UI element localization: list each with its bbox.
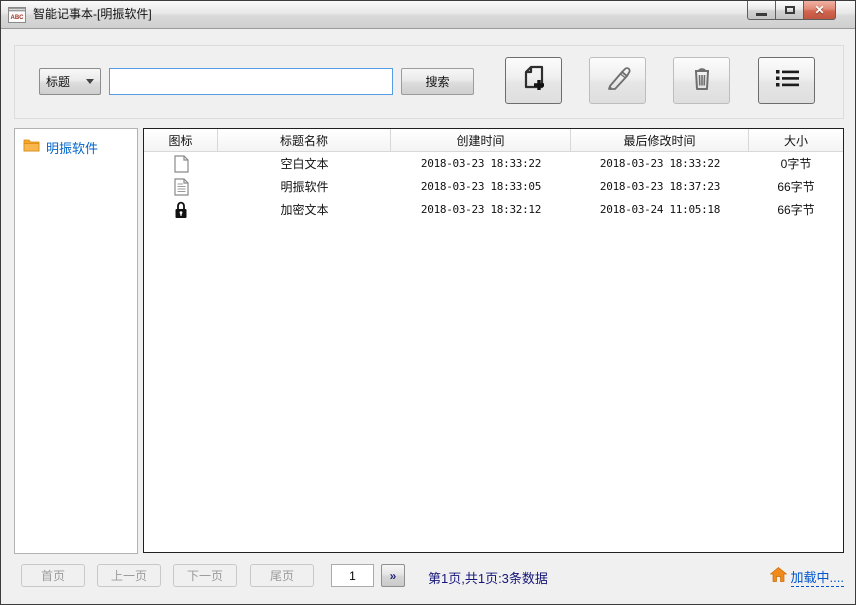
app-icon: ABC — [8, 7, 26, 23]
maximize-button[interactable] — [775, 1, 803, 20]
list-icon — [771, 62, 803, 99]
row-modified: 2018-03-23 18:37:23 — [599, 180, 721, 193]
window-title: 智能记事本-[明振软件] — [33, 7, 152, 21]
edit-note-button[interactable] — [589, 57, 646, 104]
row-size: 66字节 — [777, 180, 815, 194]
last-page-button[interactable]: 尾页 — [250, 564, 314, 587]
first-page-button[interactable]: 首页 — [21, 564, 85, 587]
col-header-size[interactable]: 大小 — [749, 129, 843, 151]
row-size: 66字节 — [777, 203, 815, 217]
new-document-icon — [518, 62, 550, 99]
sidebar-item-label: 明振软件 — [46, 141, 99, 156]
chevron-down-icon — [86, 79, 94, 84]
folder-icon — [23, 138, 40, 157]
loading-link[interactable]: 加载中.... — [790, 567, 844, 587]
home-icon — [769, 567, 788, 587]
table-row[interactable]: 空白文本 2018-03-23 18:33:22 2018-03-23 18:33:… — [144, 152, 843, 175]
row-created: 2018-03-23 18:32:12 — [420, 203, 542, 216]
table-row[interactable]: 明振软件 2018-03-23 18:33:05 2018-03-23 18:37:… — [144, 175, 843, 198]
trash-icon — [686, 62, 718, 99]
table-body: 空白文本 2018-03-23 18:33:22 2018-03-23 18:33:… — [144, 152, 843, 221]
col-header-modified[interactable]: 最后修改时间 — [571, 129, 749, 151]
row-created: 2018-03-23 18:33:22 — [420, 157, 542, 170]
sidebar-item-folder[interactable]: 明振软件 — [15, 129, 137, 166]
row-title: 明振软件 — [280, 180, 329, 194]
minimize-icon — [756, 12, 767, 16]
search-field-dropdown-value: 标题 — [46, 75, 71, 89]
table-header: 图标 标题名称 创建时间 最后修改时间 大小 — [144, 129, 843, 152]
minimize-button[interactable] — [747, 1, 775, 20]
pencil-icon — [602, 62, 634, 99]
row-modified: 2018-03-24 11:05:18 — [599, 203, 721, 216]
title-bar: ABC 智能记事本-[明振软件] ✕ — [1, 1, 855, 29]
lock-document-icon — [144, 201, 218, 219]
new-note-button[interactable] — [505, 57, 562, 104]
row-created: 2018-03-23 18:33:05 — [420, 180, 542, 193]
page-number-input[interactable] — [331, 564, 374, 587]
page-status: 第1页,共1页:3条数据 — [428, 571, 548, 586]
window-controls: ✕ — [747, 1, 836, 20]
search-button[interactable]: 搜索 — [401, 68, 474, 95]
col-header-icon[interactable]: 图标 — [144, 129, 218, 151]
search-input[interactable] — [109, 68, 393, 95]
col-header-created[interactable]: 创建时间 — [391, 129, 571, 151]
load-area: 加载中.... — [769, 567, 844, 587]
prev-page-button[interactable]: 上一页 — [97, 564, 161, 587]
col-header-title[interactable]: 标题名称 — [218, 129, 391, 151]
go-to-page-button[interactable]: » — [381, 564, 405, 587]
search-field-dropdown[interactable]: 标题 — [39, 68, 101, 95]
notes-table: 图标 标题名称 创建时间 最后修改时间 大小 空白文本 2018-03-23 18… — [143, 128, 844, 553]
text-document-icon — [144, 177, 218, 196]
row-title: 空白文本 — [280, 157, 329, 171]
row-title: 加密文本 — [280, 203, 329, 217]
close-icon: ✕ — [814, 3, 825, 17]
next-page-button[interactable]: 下一页 — [173, 564, 237, 587]
close-button[interactable]: ✕ — [803, 1, 836, 20]
blank-document-icon — [144, 154, 218, 173]
app-window: ABC 智能记事本-[明振软件] ✕ 标题 搜索 明振软件 图标 标题名称 创建… — [0, 0, 856, 605]
delete-note-button[interactable] — [673, 57, 730, 104]
maximize-icon — [784, 6, 795, 14]
row-modified: 2018-03-23 18:33:22 — [599, 157, 721, 170]
row-size: 0字节 — [780, 157, 812, 171]
list-view-button[interactable] — [758, 57, 815, 104]
sidebar: 明振软件 — [14, 128, 138, 554]
table-row[interactable]: 加密文本 2018-03-23 18:32:12 2018-03-24 11:05:… — [144, 198, 843, 221]
